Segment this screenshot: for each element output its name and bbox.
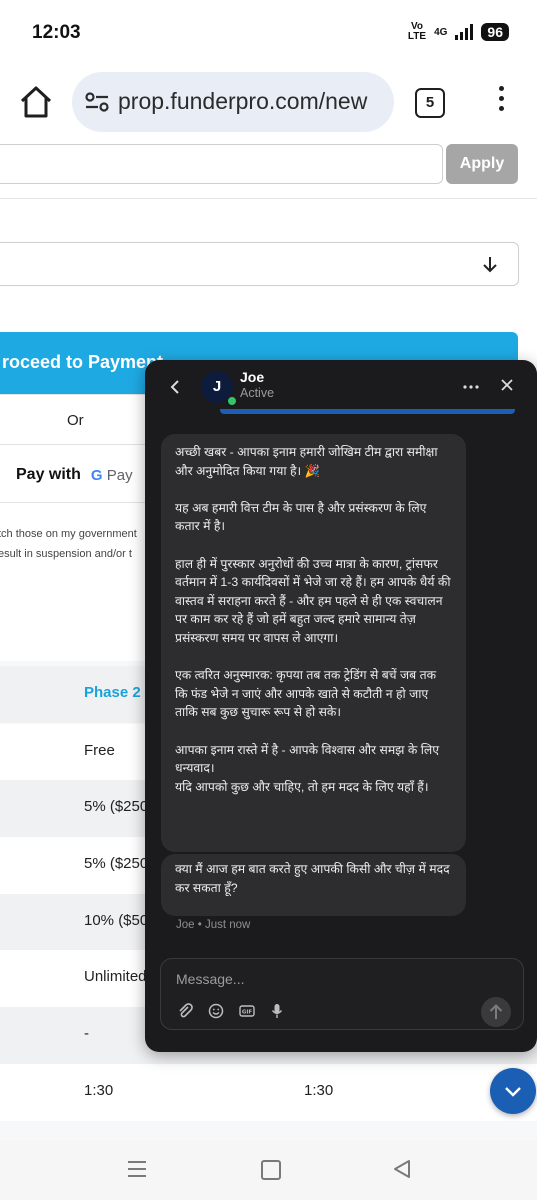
table-cell: Unlimited	[84, 968, 147, 985]
status-icons: Vo LTE 4G 96	[408, 22, 509, 42]
signal-icon	[455, 24, 474, 40]
table-cell: 5% ($250	[84, 798, 149, 815]
proceed-label: roceed to Payment	[2, 352, 164, 372]
divider	[0, 394, 150, 395]
disclaimer-text: tch those on my government esult in susp…	[0, 528, 137, 560]
google-pay-logo: G Pay	[90, 466, 133, 484]
table-cell: 5% ($250	[84, 855, 149, 872]
agent-status: Active	[240, 386, 275, 400]
status-time: 12:03	[32, 22, 81, 43]
table-row: 1:30 1:30	[0, 1064, 537, 1121]
scroll-down-button[interactable]	[490, 1068, 536, 1114]
address-bar[interactable]: prop.funderpro.com/new	[72, 72, 394, 132]
or-separator: Or	[67, 412, 84, 429]
column-header: Phase 2	[84, 684, 141, 701]
more-options-icon[interactable]	[463, 385, 479, 389]
gif-icon[interactable]: GIF	[239, 1003, 255, 1019]
agent-message: क्या मैं आज हम बात करते हुए आपकी किसी और…	[161, 854, 466, 916]
apply-coupon-button[interactable]: Apply	[446, 144, 518, 184]
table-cell: 1:30	[84, 1082, 114, 1099]
agent-message: अच्छी खबर - आपका इनाम हमारी जोखिम टीम द्…	[161, 434, 466, 852]
message-input[interactable]: Message...	[176, 971, 244, 987]
site-settings-icon[interactable]	[84, 90, 110, 114]
arrow-down-icon	[483, 257, 497, 273]
payment-select[interactable]	[0, 242, 519, 286]
recent-apps-icon[interactable]	[128, 1159, 146, 1179]
system-navigation-bar	[0, 1140, 537, 1200]
battery-icon: 96	[481, 23, 509, 41]
url-text: prop.funderpro.com/new	[118, 88, 368, 114]
back-nav-icon[interactable]	[393, 1159, 411, 1179]
message-text: अच्छी खबर - आपका इनाम हमारी जोखिम टीम द्…	[175, 445, 451, 794]
close-icon[interactable]	[501, 379, 513, 391]
chevron-down-icon	[505, 1087, 521, 1097]
chat-widget: J Joe Active अच्छी खबर - आपका इनाम हमारी…	[145, 360, 537, 1052]
attachment-icon[interactable]	[177, 1003, 193, 1019]
svg-text:GIF: GIF	[242, 1010, 253, 1016]
agent-name: Joe	[240, 369, 265, 385]
table-cell: 10% ($50	[84, 912, 149, 929]
tab-switcher-button[interactable]: 5	[415, 88, 445, 118]
google-pay-button[interactable]: Pay with G Pay	[16, 466, 133, 484]
emoji-icon[interactable]	[208, 1003, 224, 1019]
message-composer[interactable]: Message... GIF	[160, 958, 524, 1030]
online-status-icon	[226, 395, 238, 407]
message-meta: Joe • Just now	[176, 919, 251, 931]
message-text: क्या मैं आज हम बात करते हुए आपकी किसी और…	[175, 862, 450, 895]
microphone-icon[interactable]	[269, 1003, 285, 1019]
chevron-left-icon[interactable]	[169, 378, 181, 396]
network-type: 4G	[434, 26, 448, 38]
divider	[0, 198, 537, 199]
send-button[interactable]	[481, 997, 511, 1027]
pay-with-label: Pay with	[16, 466, 81, 483]
home-nav-icon[interactable]	[261, 1160, 281, 1180]
table-cell: -	[84, 1025, 89, 1042]
arrow-up-icon	[489, 1004, 503, 1019]
coupon-input[interactable]	[0, 144, 443, 184]
status-bar: 12:03 Vo LTE 4G 96	[0, 0, 537, 68]
browser-toolbar: prop.funderpro.com/new 5	[0, 68, 537, 138]
table-cell: Free	[84, 742, 115, 759]
divider	[0, 502, 150, 503]
previous-message-edge	[220, 409, 515, 414]
browser-menu-icon[interactable]	[494, 86, 508, 116]
table-cell: 1:30	[304, 1082, 334, 1099]
home-icon[interactable]	[18, 84, 54, 120]
volte-indicator: Vo LTE	[407, 21, 427, 42]
chat-header: J Joe Active	[145, 360, 537, 416]
divider	[0, 444, 150, 445]
